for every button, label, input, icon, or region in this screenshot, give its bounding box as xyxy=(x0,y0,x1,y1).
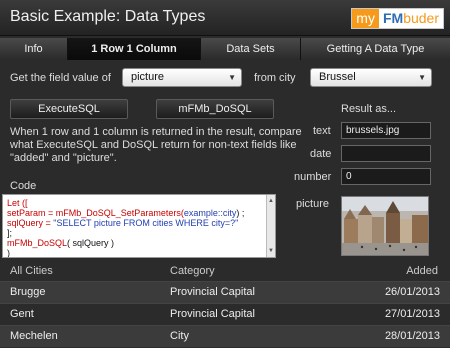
chevron-down-icon: ▼ xyxy=(228,73,236,82)
row-city: Brugge xyxy=(10,286,46,298)
number-field[interactable]: 0 xyxy=(341,168,431,185)
code-scrollbar[interactable]: ▲ ▼ xyxy=(266,195,275,257)
logo-my: my xyxy=(352,9,379,28)
table-row[interactable]: Mechelen City 28/01/2013 xyxy=(0,325,450,347)
brussels-picture xyxy=(341,196,429,256)
field-select-value: picture xyxy=(131,71,165,83)
table-row[interactable]: Gent Provincial Capital 27/01/2013 xyxy=(0,303,450,325)
scroll-up-icon[interactable]: ▲ xyxy=(267,196,275,206)
table-header: All Cities Category Added xyxy=(0,262,450,280)
tab-bar: Info 1 Row 1 Column Data Sets Getting A … xyxy=(0,38,450,60)
code-line-4: ]; xyxy=(7,228,13,238)
result-heading: Result as... xyxy=(341,103,397,115)
dosql-button[interactable]: mFMb_DoSQL xyxy=(156,99,274,119)
code-line-3: sqlQuery = "SELECT picture FROM cities W… xyxy=(7,218,239,228)
tab-info[interactable]: Info xyxy=(0,38,68,60)
tab-getting-a-data-type[interactable]: Getting A Data Type xyxy=(301,38,450,60)
tab-1-row-1-column[interactable]: 1 Row 1 Column xyxy=(68,38,201,60)
description-text: When 1 row and 1 column is returned in t… xyxy=(10,126,302,164)
chevron-down-icon: ▼ xyxy=(418,73,426,82)
scroll-down-icon[interactable]: ▼ xyxy=(267,246,275,256)
text-label: text xyxy=(313,125,331,137)
row-city: Gent xyxy=(10,308,34,320)
title-bar: Basic Example: Data Types my FMbuder xyxy=(0,0,450,36)
header-all-cities: All Cities xyxy=(10,265,53,277)
executesql-button[interactable]: ExecuteSQL xyxy=(10,99,128,119)
row-category: Provincial Capital xyxy=(170,286,255,298)
code-line-6: ) xyxy=(7,248,10,258)
city-select[interactable]: Brussel ▼ xyxy=(310,68,432,87)
field-select[interactable]: picture ▼ xyxy=(122,68,242,87)
code-editor[interactable]: Let ([ setParam = mFMb_DoSQL_SetParamete… xyxy=(2,194,276,258)
header-category: Category xyxy=(170,265,215,277)
city-label: from city xyxy=(254,72,296,84)
page-title: Basic Example: Data Types xyxy=(10,8,206,25)
number-label: number xyxy=(294,171,332,183)
tab-data-sets[interactable]: Data Sets xyxy=(201,38,301,60)
code-label: Code xyxy=(10,180,37,192)
header-added: Added xyxy=(406,265,438,277)
code-line-1: Let ([ xyxy=(7,198,28,208)
row-added: 26/01/2013 xyxy=(384,286,440,298)
logo-fmbuder: FMbuder xyxy=(378,9,443,28)
picture-label: picture xyxy=(296,198,330,210)
row-category: City xyxy=(170,330,189,342)
code-line-2: setParam = mFMb_DoSQL_SetParameters(exam… xyxy=(7,208,245,218)
row-added: 27/01/2013 xyxy=(384,308,440,320)
date-label: date xyxy=(310,148,332,160)
row-added: 28/01/2013 xyxy=(384,330,440,342)
text-field[interactable]: brussels.jpg xyxy=(341,122,431,139)
myfmbuder-logo: my FMbuder xyxy=(351,8,444,29)
row-category: Provincial Capital xyxy=(170,308,255,320)
date-field[interactable] xyxy=(341,145,431,162)
field-label: Get the field value of xyxy=(10,72,111,84)
row-city: Mechelen xyxy=(10,330,58,342)
city-select-value: Brussel xyxy=(319,71,356,83)
table-row[interactable]: Brugge Provincial Capital 26/01/2013 xyxy=(0,281,450,303)
code-line-5: mFMb_DoSQL( sqlQuery ) xyxy=(7,238,115,248)
